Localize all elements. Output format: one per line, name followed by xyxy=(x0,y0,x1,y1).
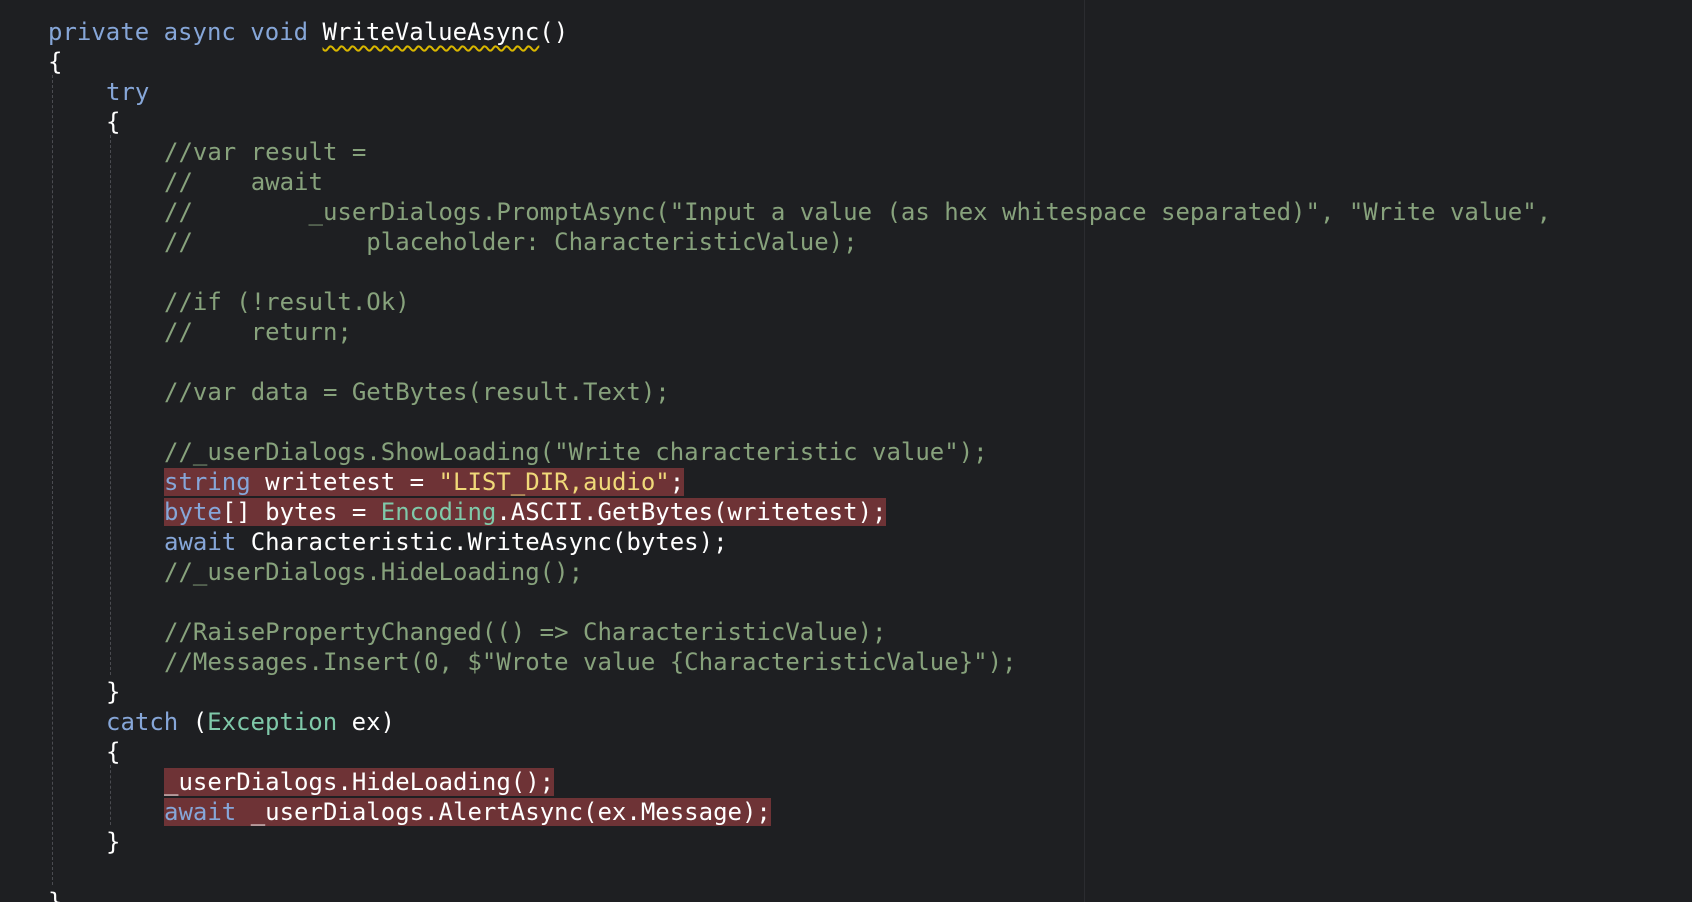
code-token: ( xyxy=(192,708,208,736)
code-text: //RaisePropertyChanged(() => Characteris… xyxy=(164,618,886,646)
code-line[interactable]: { xyxy=(106,737,120,767)
code-token: //if (!result.Ok) xyxy=(164,288,410,316)
code-line[interactable]: byte[] bytes = Encoding.ASCII.GetBytes(w… xyxy=(164,497,887,527)
code-token: byte xyxy=(164,498,222,526)
code-text: { xyxy=(48,48,62,76)
code-token: //var result = xyxy=(164,138,367,166)
code-text: //_userDialogs.ShowLoading("Write charac… xyxy=(164,438,988,466)
code-token: _userDialogs.AlertAsync(ex.Message); xyxy=(250,798,771,826)
code-line[interactable]: { xyxy=(48,47,62,77)
breakpoint-highlight: _userDialogs.HideLoading(); xyxy=(164,768,555,796)
code-token: try xyxy=(106,78,150,106)
code-token: [] bytes = xyxy=(221,498,381,526)
breakpoint-highlight: string writetest = "LIST_DIR,audio"; xyxy=(164,468,685,496)
code-line[interactable]: //_userDialogs.HideLoading(); xyxy=(164,557,583,587)
code-token: ; xyxy=(669,468,685,496)
code-token: await xyxy=(164,528,251,556)
code-token: void xyxy=(250,18,323,46)
code-token: } xyxy=(106,678,121,706)
code-text: // return; xyxy=(164,318,352,346)
breakpoint-highlight: await _userDialogs.AlertAsync(ex.Message… xyxy=(164,798,771,826)
code-text: // _userDialogs.PromptAsync("Input a val… xyxy=(164,198,1551,226)
right-margin-ruler xyxy=(1084,0,1085,902)
code-line[interactable]: string writetest = "LIST_DIR,audio"; xyxy=(164,467,685,497)
code-token: Encoding xyxy=(380,498,497,526)
code-line[interactable]: catch (Exception ex) xyxy=(106,707,395,737)
code-line[interactable]: } xyxy=(106,677,120,707)
code-token: () xyxy=(539,18,569,46)
code-token: { xyxy=(48,48,63,76)
code-text: try xyxy=(106,78,149,106)
code-line[interactable]: // await xyxy=(164,167,323,197)
code-line[interactable]: //var data = GetBytes(result.Text); xyxy=(164,377,670,407)
warning-squiggle-token: WriteValueAsync xyxy=(322,18,540,46)
code-token: // return; xyxy=(164,318,352,346)
code-text: { xyxy=(106,738,120,766)
code-text: } xyxy=(106,828,120,856)
code-token: ex) xyxy=(337,708,395,736)
code-text: await Characteristic.WriteAsync(bytes); xyxy=(164,528,728,556)
code-token: await xyxy=(164,798,251,826)
code-line[interactable]: // return; xyxy=(164,317,352,347)
code-token: } xyxy=(106,828,121,856)
code-editor[interactable]: private async void WriteValueAsync(){try… xyxy=(0,0,1692,902)
code-line[interactable]: //Messages.Insert(0, $"Wrote value {Char… xyxy=(164,647,1017,677)
code-token: //_userDialogs.ShowLoading("Write charac… xyxy=(164,438,988,466)
code-line[interactable]: //if (!result.Ok) xyxy=(164,287,410,317)
code-line[interactable]: // _userDialogs.PromptAsync("Input a val… xyxy=(164,197,1551,227)
code-token: async xyxy=(163,18,251,46)
code-line[interactable]: _userDialogs.HideLoading(); xyxy=(164,767,555,797)
breakpoint-highlight: byte[] bytes = Encoding.ASCII.GetBytes(w… xyxy=(164,498,887,526)
code-token: "LIST_DIR,audio" xyxy=(438,468,670,496)
code-line[interactable]: } xyxy=(106,827,120,857)
code-text: } xyxy=(106,678,120,706)
code-token: //_userDialogs.HideLoading(); xyxy=(164,558,584,586)
code-token: private xyxy=(48,18,164,46)
code-token: //RaisePropertyChanged(() => Characteris… xyxy=(164,618,887,646)
code-line[interactable]: try xyxy=(106,77,149,107)
indent-guide-method-body xyxy=(52,75,53,885)
code-text: // await xyxy=(164,168,323,196)
code-token: Exception xyxy=(207,708,338,736)
code-text: { xyxy=(106,108,120,136)
code-token: catch xyxy=(106,708,193,736)
code-text: //_userDialogs.HideLoading(); xyxy=(164,558,583,586)
code-line[interactable]: // placeholder: CharacteristicValue); xyxy=(164,227,858,257)
code-text: //var result = xyxy=(164,138,366,166)
code-line[interactable]: //var result = xyxy=(164,137,366,167)
code-text: catch (Exception ex) xyxy=(106,708,395,736)
indent-guide-catch-body xyxy=(110,765,111,825)
code-text: //if (!result.Ok) xyxy=(164,288,410,316)
code-line[interactable]: } xyxy=(48,887,62,902)
code-text: //var data = GetBytes(result.Text); xyxy=(164,378,670,406)
code-token: // _userDialogs.PromptAsync("Input a val… xyxy=(164,198,1552,226)
code-token: //Messages.Insert(0, $"Wrote value {Char… xyxy=(164,648,1017,676)
code-text: } xyxy=(48,888,62,902)
code-line[interactable]: await Characteristic.WriteAsync(bytes); xyxy=(164,527,728,557)
code-token: Characteristic.WriteAsync(bytes); xyxy=(250,528,728,556)
code-text: // placeholder: CharacteristicValue); xyxy=(164,228,858,256)
code-line[interactable]: //RaisePropertyChanged(() => Characteris… xyxy=(164,617,886,647)
code-line[interactable]: await _userDialogs.AlertAsync(ex.Message… xyxy=(164,797,771,827)
code-token: string xyxy=(164,468,266,496)
code-line[interactable]: private async void WriteValueAsync() xyxy=(48,17,568,47)
code-token: // placeholder: CharacteristicValue); xyxy=(164,228,858,256)
code-token: _userDialogs.HideLoading(); xyxy=(164,768,555,796)
code-token: //var data = GetBytes(result.Text); xyxy=(164,378,670,406)
code-line[interactable]: { xyxy=(106,107,120,137)
indent-guide-try-body xyxy=(110,135,111,675)
code-text: private async void WriteValueAsync() xyxy=(48,18,568,46)
code-line[interactable]: //_userDialogs.ShowLoading("Write charac… xyxy=(164,437,988,467)
code-token: { xyxy=(106,108,121,136)
code-text: //Messages.Insert(0, $"Wrote value {Char… xyxy=(164,648,1017,676)
code-token: .ASCII.GetBytes(writetest); xyxy=(496,498,887,526)
code-token: } xyxy=(48,888,63,902)
code-token: writetest = xyxy=(265,468,439,496)
code-token: // await xyxy=(164,168,323,196)
code-token: { xyxy=(106,738,121,766)
